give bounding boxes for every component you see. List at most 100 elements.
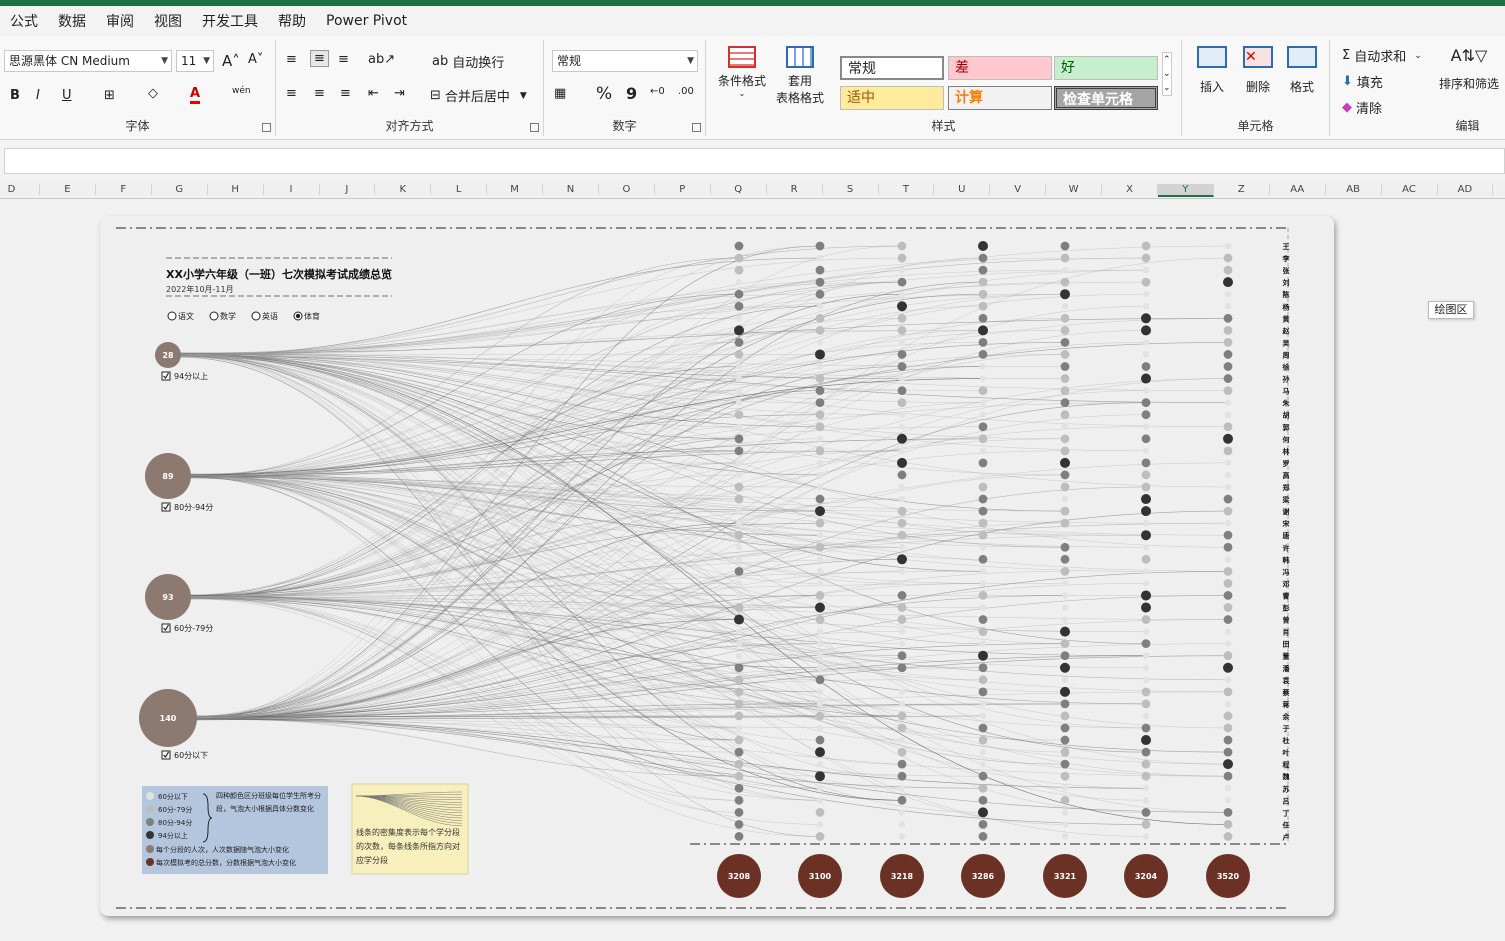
radio-circle[interactable]: [251, 311, 261, 321]
student-dot: [978, 289, 988, 299]
menu-item-formulas[interactable]: 公式: [0, 11, 48, 31]
indent-icon[interactable]: ⇥: [394, 86, 405, 101]
student-dot: [1224, 785, 1232, 792]
orientation-icon[interactable]: ab↗: [368, 52, 395, 67]
style-good[interactable]: 好: [1054, 56, 1158, 80]
align-left-icon[interactable]: ≡: [286, 86, 297, 101]
subject-radio-group[interactable]: 语文 数学 英语 体育: [167, 311, 320, 321]
number-launcher-icon[interactable]: [692, 123, 701, 132]
bold-button[interactable]: B: [10, 88, 20, 103]
band-bubble[interactable]: 93 60分-79分: [145, 574, 213, 633]
increase-font-icon[interactable]: A˄: [222, 52, 240, 70]
column-header[interactable]: K: [375, 184, 432, 195]
align-bottom-icon[interactable]: ≡: [338, 52, 349, 67]
subject-radio[interactable]: 语文: [167, 311, 194, 321]
menu-item-power-pivot[interactable]: Power Pivot: [316, 13, 417, 29]
align-center-icon[interactable]: ≡: [314, 86, 325, 101]
column-header[interactable]: R: [767, 184, 823, 195]
column-header[interactable]: AB: [1326, 184, 1382, 195]
font-color-icon[interactable]: A: [190, 86, 201, 104]
formula-input[interactable]: [4, 148, 1505, 174]
column-header[interactable]: D: [0, 184, 40, 195]
subject-radio[interactable]: 体育: [293, 311, 320, 321]
alignment-launcher-icon[interactable]: [530, 123, 539, 132]
align-middle-icon[interactable]: ≡: [310, 50, 329, 67]
column-header[interactable]: Q: [711, 184, 767, 195]
style-normal[interactable]: 常规: [840, 56, 944, 80]
merge-center-button[interactable]: ⊟ 合并后居中 ▼: [430, 86, 527, 105]
clear-button[interactable]: ◆ 清除: [1342, 98, 1382, 117]
style-gallery-scroll[interactable]: ⌃ ⌄ ⌄: [1162, 52, 1172, 96]
conditional-format-button[interactable]: 条件格式 ⌄: [714, 46, 770, 98]
format-as-table-button[interactable]: 套用 表格格式: [768, 46, 832, 106]
column-header[interactable]: E: [40, 184, 96, 195]
percent-icon[interactable]: %: [596, 84, 612, 104]
style-calculation[interactable]: 计算: [948, 86, 1052, 110]
font-launcher-icon[interactable]: [262, 123, 271, 132]
column-header[interactable]: AA: [1270, 184, 1326, 195]
student-dot: [978, 265, 988, 275]
subject-radio[interactable]: 英语: [251, 311, 278, 321]
phonetic-icon[interactable]: wén: [232, 86, 251, 96]
column-header[interactable]: X: [1102, 184, 1158, 195]
comma-icon[interactable]: 9: [626, 84, 637, 103]
fill-color-icon[interactable]: ◇: [148, 86, 158, 101]
menu-item-developer[interactable]: 开发工具: [192, 11, 268, 31]
column-header[interactable]: O: [599, 184, 655, 195]
column-header[interactable]: Z: [1214, 184, 1270, 195]
menu-item-data[interactable]: 数据: [48, 11, 96, 31]
sort-filter-button[interactable]: A⇅▽ 排序和筛选: [1436, 46, 1502, 92]
font-size-select[interactable]: 11 ▼: [176, 50, 214, 72]
column-header[interactable]: V: [990, 184, 1047, 195]
style-bad[interactable]: 差: [948, 56, 1052, 80]
radio-circle[interactable]: [209, 311, 219, 321]
align-top-icon[interactable]: ≡: [286, 52, 297, 67]
menu-item-help[interactable]: 帮助: [268, 11, 316, 31]
decrease-decimal-icon[interactable]: .00: [678, 86, 694, 97]
column-header[interactable]: G: [152, 184, 208, 195]
style-check-cell[interactable]: 检查单元格: [1054, 86, 1158, 110]
align-right-icon[interactable]: ≡: [340, 86, 351, 101]
band-bubble[interactable]: 28 94分以上: [155, 342, 208, 381]
delete-button[interactable]: ✕ 删除: [1236, 46, 1280, 95]
dashboard-panel[interactable]: 王李张刘陈杨黄赵吴周徐孙马朱胡郭何林罗高郑梁谢宋唐许韩冯邓曹彭曾肖田董潘袁蔡蒋余…: [100, 216, 1334, 916]
column-header[interactable]: T: [878, 184, 935, 195]
menu-item-view[interactable]: 视图: [144, 11, 192, 31]
border-icon[interactable]: ⊞: [104, 88, 115, 103]
column-header[interactable]: M: [487, 184, 544, 195]
column-header[interactable]: Y: [1157, 184, 1214, 197]
subject-radio[interactable]: 数学: [209, 311, 236, 321]
column-header[interactable]: S: [823, 184, 879, 195]
student-dot: [897, 759, 907, 769]
number-format-select[interactable]: 常规 ▼: [552, 50, 698, 72]
column-header[interactable]: I: [264, 184, 320, 195]
column-header[interactable]: AD: [1437, 184, 1494, 195]
insert-button[interactable]: 插入: [1190, 46, 1234, 95]
accounting-icon[interactable]: ▦: [554, 86, 566, 101]
radio-circle[interactable]: [167, 311, 177, 321]
format-button[interactable]: 格式: [1280, 46, 1324, 95]
student-dot: [1141, 530, 1151, 541]
wrap-text-button[interactable]: ab 自动换行: [432, 52, 504, 71]
column-header[interactable]: N: [543, 184, 599, 195]
font-name-select[interactable]: 思源黑体 CN Medium ▼: [4, 50, 172, 72]
band-bubble[interactable]: 140 60分以下: [139, 689, 208, 760]
decrease-font-icon[interactable]: A˅: [248, 52, 263, 67]
column-header[interactable]: U: [934, 184, 991, 195]
column-header[interactable]: W: [1046, 184, 1103, 195]
increase-decimal-icon[interactable]: ←0: [650, 86, 665, 97]
column-header[interactable]: H: [208, 184, 264, 195]
fill-button[interactable]: ⬇ 填充: [1342, 72, 1383, 91]
column-header[interactable]: L: [431, 184, 488, 195]
column-header[interactable]: F: [96, 184, 152, 195]
column-header[interactable]: AC: [1382, 184, 1438, 195]
column-header[interactable]: P: [655, 184, 711, 195]
menu-item-review[interactable]: 审阅: [96, 11, 144, 31]
underline-button[interactable]: U: [62, 88, 72, 103]
autosum-button[interactable]: Σ 自动求和 ⌄: [1342, 46, 1422, 65]
band-bubble[interactable]: 89 80分-94分: [145, 453, 213, 512]
style-neutral[interactable]: 适中: [840, 86, 944, 110]
italic-button[interactable]: I: [36, 88, 40, 103]
column-header[interactable]: J: [319, 184, 376, 195]
outdent-icon[interactable]: ⇤: [368, 86, 379, 101]
